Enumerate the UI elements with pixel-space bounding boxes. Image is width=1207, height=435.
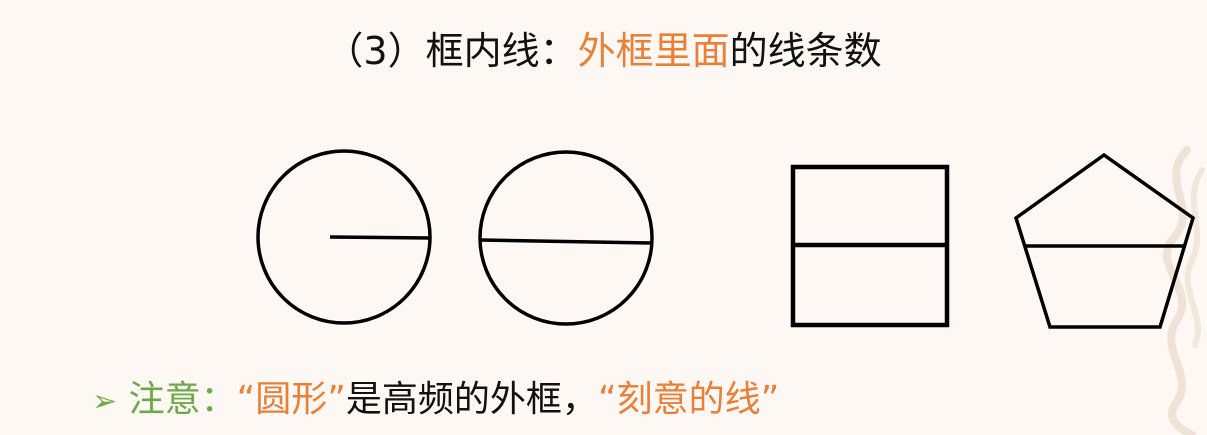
shapes-illustration <box>256 149 1196 329</box>
rectangle-with-midline <box>790 164 950 328</box>
pentagon-with-line <box>1013 152 1196 329</box>
bullet-arrow-icon: ➢ <box>92 384 118 419</box>
circle-with-radius <box>256 149 432 325</box>
note-middle-text: 是高频的外框， <box>345 379 598 420</box>
note-quote-lines: “刻意的线” <box>597 379 780 420</box>
note-quote-circle: “圆形” <box>236 379 346 420</box>
note-label: 注意： <box>128 379 237 420</box>
circle-with-diameter <box>478 150 654 326</box>
note-line: ➢ 注意：“圆形”是高频的外框，“刻意的线” <box>92 374 779 428</box>
